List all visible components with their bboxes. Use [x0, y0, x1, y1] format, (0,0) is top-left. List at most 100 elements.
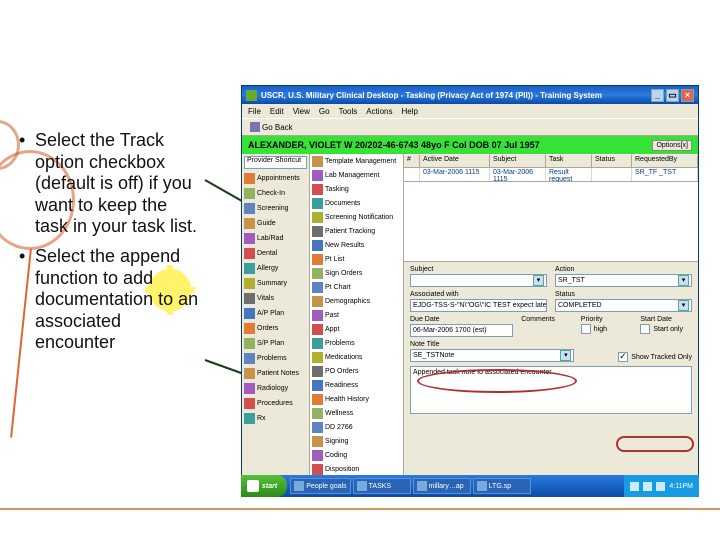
module-item-label: Screening Notification [325, 214, 393, 221]
tray-icon[interactable] [656, 482, 665, 491]
left-item[interactable]: A/P Plan [242, 306, 309, 321]
menu-edit[interactable]: Edit [270, 107, 284, 116]
left-item[interactable]: Radiology [242, 381, 309, 396]
col-activedate[interactable]: Active Date [420, 154, 490, 167]
action-input[interactable]: SR_TST ▾ [555, 274, 692, 287]
module-item[interactable]: Coding [310, 448, 403, 462]
tray-icon[interactable] [630, 482, 639, 491]
left-item[interactable]: Patient Notes [242, 366, 309, 381]
left-item[interactable]: Dental [242, 246, 309, 261]
taskbar-button[interactable]: TASKS [353, 478, 411, 494]
note-input[interactable]: SE_TSTNote ▾ [410, 349, 574, 362]
left-item[interactable]: Appointments [242, 171, 309, 186]
module-item[interactable]: Past [310, 308, 403, 322]
left-item[interactable]: Lab/Rad [242, 231, 309, 246]
module-icon [312, 394, 323, 405]
module-item[interactable]: New Results [310, 238, 403, 252]
module-item[interactable]: Appt [310, 322, 403, 336]
module-icon [244, 263, 255, 274]
cell: 03-Mar-2006 1115 [490, 168, 546, 181]
options-button[interactable]: Options[x] [652, 140, 692, 151]
menu-view[interactable]: View [293, 107, 310, 116]
menu-go[interactable]: Go [319, 107, 330, 116]
menubar[interactable]: File Edit View Go Tools Actions Help [242, 104, 698, 118]
left-item[interactable]: Problems [242, 351, 309, 366]
left-item[interactable]: Guide [242, 216, 309, 231]
module-item[interactable]: Pt Chart [310, 280, 403, 294]
col-reqby[interactable]: RequestedBy [632, 154, 698, 167]
left-item[interactable]: Summary [242, 276, 309, 291]
module-item[interactable]: Screening Notification [310, 210, 403, 224]
module-item-label: Pt List [325, 256, 344, 263]
menu-help[interactable]: Help [401, 107, 417, 116]
module-item-label: Signing [325, 438, 348, 445]
left-item[interactable]: Vitals [242, 291, 309, 306]
minimize-button[interactable]: _ [651, 89, 664, 102]
left-item[interactable]: Rx [242, 411, 309, 426]
module-icon [312, 212, 323, 223]
taskbar-button[interactable]: millary…ap [413, 478, 471, 494]
task-grid-row[interactable]: 03-Mar-2006 1115 03-Mar-2006 1115 Result… [404, 168, 698, 182]
col-task[interactable]: Task [546, 154, 592, 167]
left-item[interactable]: Check-In [242, 186, 309, 201]
module-item[interactable]: Demographics [310, 294, 403, 308]
taskbar-tasks: People goals TASKS millary…apLTG.sp [287, 478, 624, 494]
due-input[interactable]: 06-Mar-2006 1700 (est) [410, 324, 513, 337]
module-item-label: Lab Management [325, 172, 379, 179]
chevron-down-icon[interactable]: ▾ [678, 275, 689, 286]
task-memo[interactable]: Appended task note to associated encount… [410, 366, 692, 414]
menu-actions[interactable]: Actions [366, 107, 392, 116]
module-item[interactable]: Lab Management [310, 168, 403, 182]
module-item[interactable]: Wellness [310, 406, 403, 420]
module-item-label: Pt Chart [325, 284, 351, 291]
taskbar-button[interactable]: LTG.sp [473, 478, 531, 494]
windows-taskbar[interactable]: start People goalsTASKSmillary…apLTG.sp … [241, 475, 699, 497]
app-window: USCR, U.S. Military Clinical Desktop - T… [241, 85, 699, 497]
col-idx[interactable]: # [404, 154, 420, 167]
left-item[interactable]: Orders [242, 321, 309, 336]
maximize-button[interactable]: ▭ [666, 89, 679, 102]
left-pane-list[interactable]: AppointmentsCheck-InScreeningGuideLab/Ra… [242, 171, 309, 496]
module-item[interactable]: Sign Orders [310, 266, 403, 280]
priority-high-checkbox[interactable]: high [581, 324, 633, 334]
left-item[interactable]: Allergy [242, 261, 309, 276]
chevron-down-icon[interactable]: ▾ [678, 300, 689, 311]
menu-file[interactable]: File [248, 107, 261, 116]
left-item[interactable]: Screening [242, 201, 309, 216]
close-button[interactable]: × [681, 89, 694, 102]
tray-icon[interactable] [643, 482, 652, 491]
chevron-down-icon[interactable]: ▾ [560, 350, 571, 361]
module-list-pane[interactable]: Template Management Lab Management Tasking… [310, 154, 404, 496]
menu-tools[interactable]: Tools [339, 107, 358, 116]
module-item[interactable]: Pt List [310, 252, 403, 266]
left-item[interactable]: S/P Plan [242, 336, 309, 351]
track-checkbox[interactable]: Show Tracked Only [618, 352, 692, 362]
module-item[interactable]: Documents [310, 196, 403, 210]
module-item[interactable]: Disposition [310, 462, 403, 476]
module-item[interactable]: Readiness [310, 378, 403, 392]
module-item[interactable]: Template Management [310, 154, 403, 168]
module-item[interactable]: Health History [310, 392, 403, 406]
module-icon [312, 198, 323, 209]
start-button[interactable]: start [241, 475, 287, 497]
module-item[interactable]: Tasking [310, 182, 403, 196]
col-status[interactable]: Status [592, 154, 632, 167]
subject-input[interactable]: ▾ [410, 274, 547, 287]
col-subject[interactable]: Subject [490, 154, 546, 167]
system-tray[interactable]: 4:11PM [624, 475, 699, 497]
module-item[interactable]: DD 2766 [310, 420, 403, 434]
status-input[interactable]: COMPLETED ▾ [555, 299, 692, 312]
task-label: TASKS [369, 483, 391, 490]
taskbar-button[interactable]: People goals [290, 478, 350, 494]
module-item[interactable]: Patient Tracking [310, 224, 403, 238]
module-item[interactable]: PO Orders [310, 364, 403, 378]
left-item[interactable]: Procedures [242, 396, 309, 411]
module-item[interactable]: Medications [310, 350, 403, 364]
module-item[interactable]: Problems [310, 336, 403, 350]
module-item[interactable]: Signing [310, 434, 403, 448]
startonly-checkbox[interactable]: Start only [640, 324, 692, 334]
chevron-down-icon[interactable]: ▾ [533, 275, 544, 286]
titlebar[interactable]: USCR, U.S. Military Clinical Desktop - T… [242, 86, 698, 104]
associated-input[interactable]: EJDG-TSS-S-"N\"OG\"IC TEST expect later … [410, 299, 547, 312]
back-button[interactable]: Go Back [246, 120, 297, 134]
